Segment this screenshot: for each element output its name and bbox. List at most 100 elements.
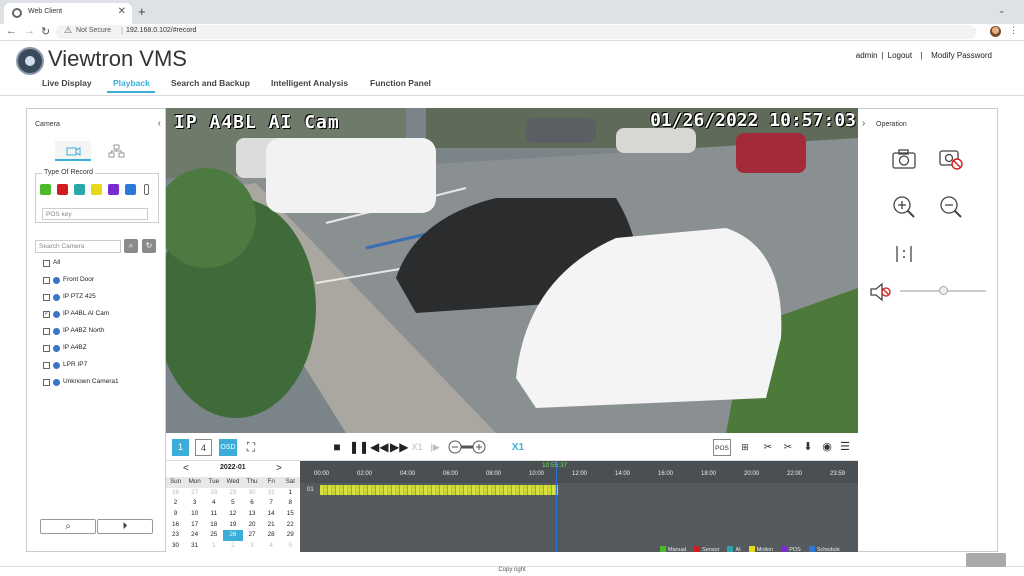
tab-search-icon[interactable]: ⌄	[998, 5, 1006, 16]
original-ratio-icon[interactable]	[891, 243, 917, 267]
clip-start-icon[interactable]: ✂	[760, 439, 776, 456]
calendar-day[interactable]: 2	[166, 498, 185, 509]
calendar-day[interactable]: 8	[281, 498, 300, 509]
calendar-day[interactable]: 18	[204, 520, 223, 531]
calendar-day[interactable]: 5	[281, 541, 300, 552]
tab-group-view[interactable]	[99, 141, 135, 161]
calendar-day[interactable]: 13	[243, 509, 262, 520]
timeline[interactable]: 00:00 02:00 04:00 06:00 08:00 10:00 12:00 14:00…	[300, 461, 858, 553]
calendar-day[interactable]: 12	[223, 509, 242, 520]
search-button[interactable]: ⌕	[124, 239, 138, 253]
nav-search-backup[interactable]: Search and Backup	[171, 78, 250, 88]
calendar-day[interactable]: 3	[243, 541, 262, 552]
list-menu-icon[interactable]: ☰	[838, 439, 852, 456]
collapse-left-icon[interactable]: ‹	[158, 118, 161, 129]
modify-password-link[interactable]: Modify Password	[931, 51, 992, 60]
calendar-day[interactable]: 3	[185, 498, 204, 509]
play-record-button[interactable]: ⏵	[97, 519, 153, 534]
search-camera-input[interactable]: Search Camera	[35, 240, 121, 253]
address-bar[interactable]: ⚠ Not Secure | 192.168.0.102/#record	[56, 25, 976, 39]
checkbox[interactable]	[43, 260, 50, 267]
dewarp-icon[interactable]: ⊞	[736, 439, 754, 456]
calendar-day[interactable]: 27	[185, 488, 204, 499]
split-4-button[interactable]: 4	[195, 439, 212, 456]
nav-intelligent-analysis[interactable]: Intelligent Analysis	[271, 78, 348, 88]
calendar-day[interactable]: 10	[185, 509, 204, 520]
calendar-day[interactable]: 17	[185, 520, 204, 531]
pause-icon[interactable]: ❚❚	[349, 439, 369, 456]
calendar-day[interactable]: 2	[223, 541, 242, 552]
tab-camera-view[interactable]	[55, 141, 91, 161]
split-1-button[interactable]: 1	[172, 439, 189, 456]
record-type-pos-icon[interactable]	[108, 184, 119, 195]
step-forward-icon[interactable]: |▶	[430, 439, 440, 456]
calendar-day[interactable]: 16	[166, 520, 185, 531]
record-type-manual-icon[interactable]	[40, 184, 51, 195]
zoom-out-icon[interactable]	[938, 195, 964, 219]
forward-icon[interactable]: →	[24, 25, 35, 37]
timeline-cursor[interactable]	[556, 461, 557, 552]
reload-icon[interactable]: ↻	[41, 25, 50, 38]
mute-icon[interactable]	[868, 281, 894, 305]
rewind-icon[interactable]: ◀◀	[370, 439, 388, 456]
prev-month-icon[interactable]: <	[183, 463, 189, 474]
record-type-more-icon[interactable]	[144, 184, 149, 195]
record-type-sensor-icon[interactable]	[57, 184, 68, 195]
calendar-day[interactable]: 23	[166, 530, 185, 541]
calendar-day[interactable]: 21	[262, 520, 281, 531]
calendar-day[interactable]: 15	[281, 509, 300, 520]
calendar-day[interactable]: 1	[204, 541, 223, 552]
calendar-day[interactable]: 26	[223, 530, 243, 542]
clip-end-icon[interactable]: ✂	[780, 439, 796, 456]
calendar-day[interactable]: 14	[262, 509, 281, 520]
fast-forward-icon[interactable]: ▶▶	[390, 439, 408, 456]
calendar-day[interactable]: 1	[281, 488, 300, 499]
nav-function-panel[interactable]: Function Panel	[370, 78, 431, 88]
osd-button[interactable]: OSD	[219, 439, 237, 456]
stop-icon[interactable]: ■	[330, 439, 344, 456]
calendar-day[interactable]: 25	[204, 530, 223, 541]
calendar-day[interactable]: 19	[223, 520, 242, 531]
calendar-day[interactable]: 11	[204, 509, 223, 520]
expand-right-icon[interactable]: ›	[862, 118, 865, 129]
back-icon[interactable]: ←	[6, 25, 17, 37]
menu-kebab-icon[interactable]: ⋮	[1009, 25, 1018, 36]
record-type-motion-icon[interactable]	[91, 184, 102, 195]
browser-tab[interactable]: Web Client ✕	[4, 3, 132, 24]
recording-bar[interactable]	[320, 485, 558, 495]
video-player[interactable]: IP A4BL AI Cam 01/26/2022 10:57:03	[166, 108, 858, 433]
zoom-in-icon[interactable]	[891, 195, 917, 219]
download-icon[interactable]: ⬇	[800, 439, 816, 456]
calendar-day[interactable]: 6	[243, 498, 262, 509]
new-tab-button[interactable]: +	[138, 4, 146, 19]
snapshot-camera-icon[interactable]	[891, 147, 917, 171]
calendar-day[interactable]: 28	[262, 530, 281, 541]
calendar-day[interactable]: 7	[262, 498, 281, 509]
hide-osd-icon[interactable]	[938, 147, 964, 171]
calendar-day[interactable]: 30	[166, 541, 185, 552]
record-type-ai-icon[interactable]	[74, 184, 85, 195]
calendar-day[interactable]: 24	[185, 530, 204, 541]
logout-link[interactable]: Logout	[888, 51, 912, 60]
pos-button[interactable]: POS	[713, 439, 731, 456]
calendar-day[interactable]: 27	[243, 530, 262, 541]
next-month-icon[interactable]: >	[276, 463, 282, 474]
search-record-button[interactable]: ⌕	[40, 519, 96, 534]
backup-disk-icon[interactable]: ◉	[819, 439, 835, 456]
fullscreen-icon[interactable]: ⛶	[242, 439, 260, 456]
calendar-day[interactable]: 31	[262, 488, 281, 499]
nav-playback[interactable]: Playback	[113, 78, 150, 88]
calendar-day[interactable]: 9	[166, 509, 185, 520]
calendar-day[interactable]: 22	[281, 520, 300, 531]
profile-avatar[interactable]	[990, 26, 1001, 37]
calendar-day[interactable]: 30	[243, 488, 262, 499]
calendar-day[interactable]: 31	[185, 541, 204, 552]
close-tab-icon[interactable]: ✕	[118, 6, 126, 17]
calendar-day[interactable]: 26	[166, 488, 185, 499]
pos-key-input[interactable]: POS key	[42, 208, 148, 220]
volume-slider-handle[interactable]	[939, 286, 948, 295]
nav-live-display[interactable]: Live Display	[42, 78, 92, 88]
calendar-day[interactable]: 29	[223, 488, 242, 499]
calendar-day[interactable]: 29	[281, 530, 300, 541]
calendar-day[interactable]: 28	[204, 488, 223, 499]
